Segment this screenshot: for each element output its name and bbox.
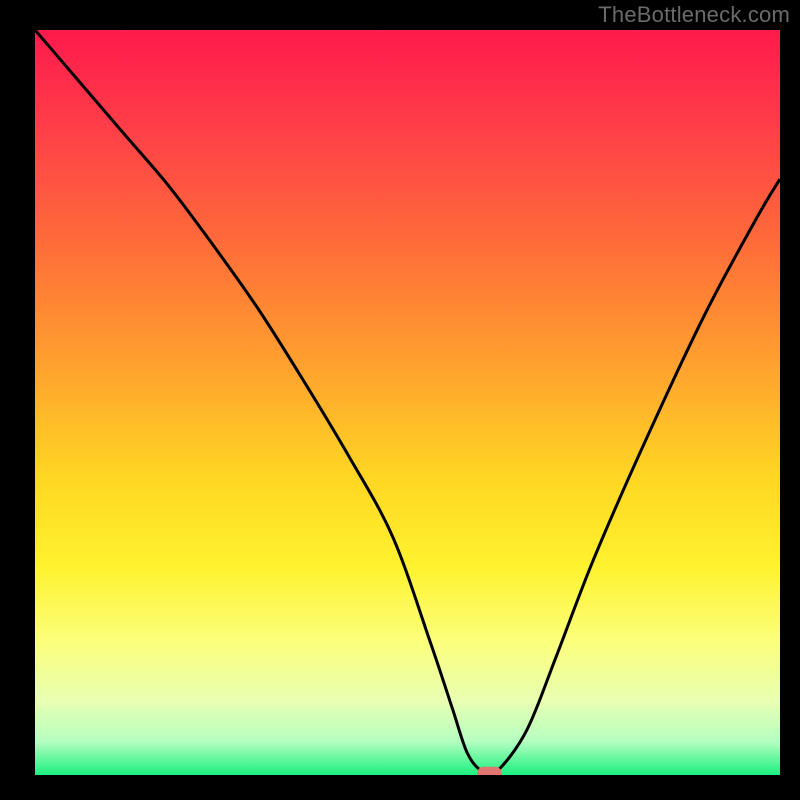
chart-frame: TheBottleneck.com [0,0,800,800]
bottleneck-chart-svg [35,30,780,775]
plot-area [35,30,780,775]
gradient-background [35,30,780,775]
optimum-marker [477,767,501,775]
watermark-text: TheBottleneck.com [598,2,790,28]
